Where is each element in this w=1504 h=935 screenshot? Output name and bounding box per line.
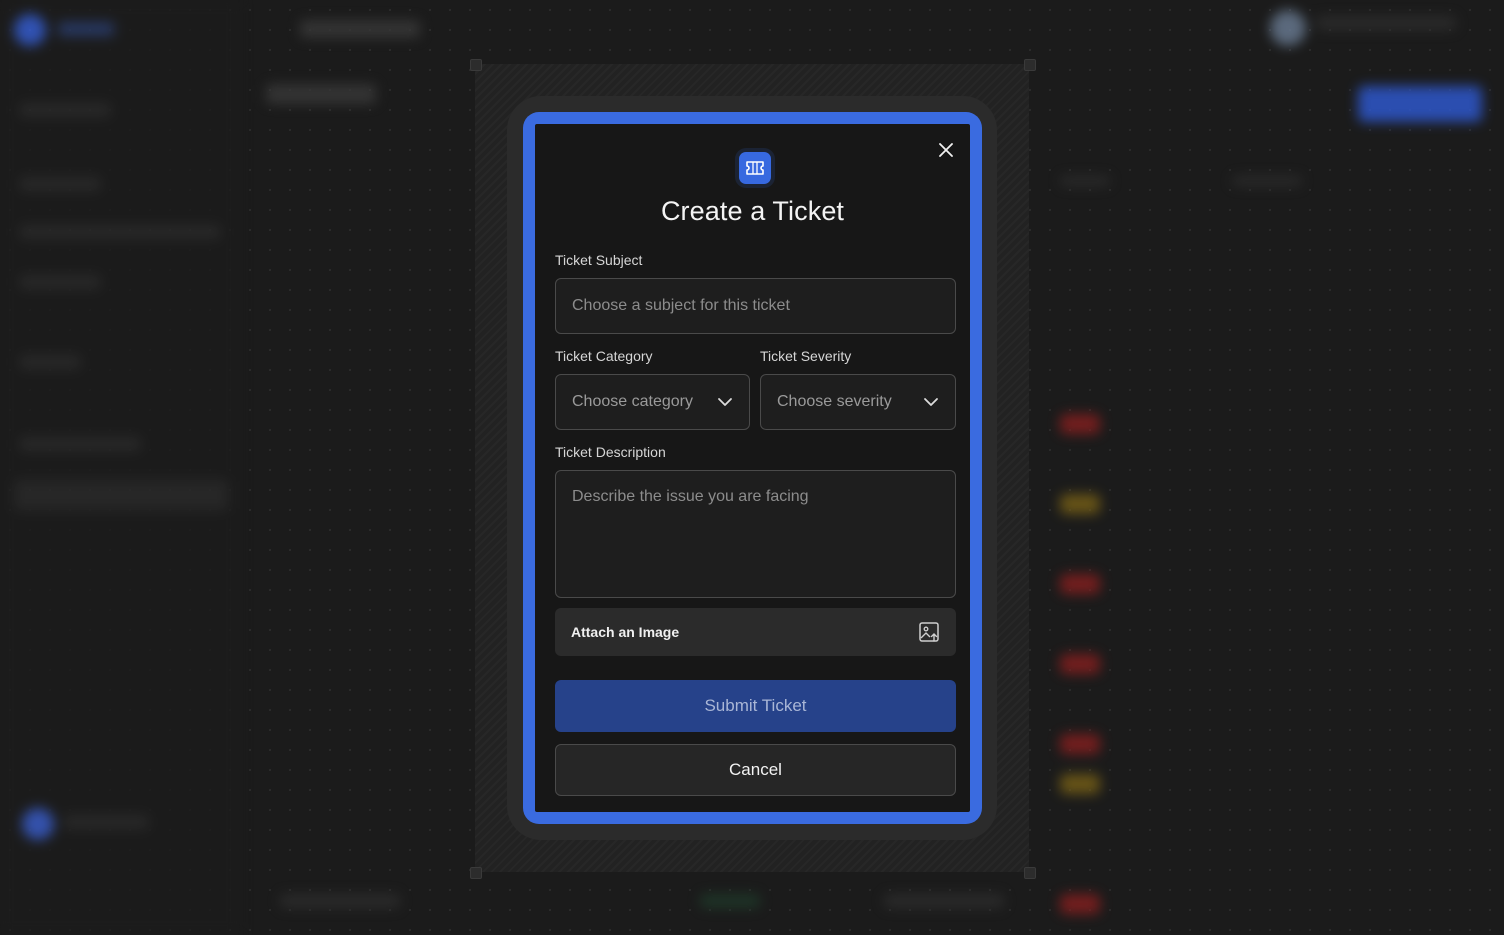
- bg-bar: [300, 20, 420, 38]
- bg-avatar: [1270, 10, 1306, 46]
- bg-badge: [1060, 774, 1100, 794]
- chevron-down-icon: [924, 398, 938, 406]
- submit-ticket-button[interactable]: Submit Ticket: [555, 680, 956, 732]
- frame-corner: [470, 867, 482, 879]
- bg-logo: [14, 14, 46, 46]
- bg-bar: [1316, 16, 1456, 30]
- bg-badge: [1060, 494, 1100, 514]
- bg-badge: [1060, 574, 1100, 594]
- subject-label: Ticket Subject: [555, 252, 643, 268]
- frame-corner: [1024, 867, 1036, 879]
- bg-bar: [1060, 176, 1110, 186]
- frame-corner: [470, 59, 482, 71]
- bg-badge: [1060, 734, 1100, 754]
- bg-bar: [1232, 176, 1302, 186]
- bg-bar: [280, 894, 400, 908]
- bg-button: [1358, 86, 1482, 122]
- bg-badge: [1060, 894, 1100, 914]
- bg-bar: [20, 226, 220, 238]
- bg-bar: [700, 894, 760, 908]
- category-label: Ticket Category: [555, 348, 653, 364]
- image-upload-icon: [919, 622, 939, 642]
- bg-bar: [266, 84, 376, 104]
- bg-badge: [1060, 654, 1100, 674]
- bg-bar: [64, 816, 148, 828]
- bg-bar: [20, 104, 110, 116]
- severity-label: Ticket Severity: [760, 348, 852, 364]
- cancel-button[interactable]: Cancel: [555, 744, 956, 796]
- bg-bar: [20, 178, 100, 190]
- close-icon[interactable]: [935, 139, 957, 161]
- severity-select[interactable]: Choose severity: [760, 374, 956, 430]
- ticket-icon: [739, 152, 771, 184]
- chevron-down-icon: [718, 398, 732, 406]
- bg-sidebar: [0, 0, 240, 935]
- category-value: Choose category: [572, 393, 693, 410]
- bg-avatar: [22, 808, 54, 840]
- description-label: Ticket Description: [555, 444, 666, 460]
- frame-corner: [1024, 59, 1036, 71]
- category-select[interactable]: Choose category: [555, 374, 750, 430]
- attach-image-label: Attach an Image: [571, 624, 680, 640]
- subject-input[interactable]: [555, 278, 956, 334]
- bg-bar: [58, 22, 114, 36]
- bg-badge: [1060, 414, 1100, 434]
- bg-bar: [14, 480, 228, 510]
- bg-bar: [20, 438, 140, 450]
- dialog-title: Create a Ticket: [660, 196, 845, 226]
- bg-bar: [20, 276, 100, 288]
- description-textarea[interactable]: [555, 470, 956, 598]
- severity-value: Choose severity: [777, 393, 892, 410]
- bg-bar: [20, 356, 80, 368]
- attach-image-button[interactable]: Attach an Image: [555, 608, 956, 656]
- bg-bar: [884, 894, 1004, 908]
